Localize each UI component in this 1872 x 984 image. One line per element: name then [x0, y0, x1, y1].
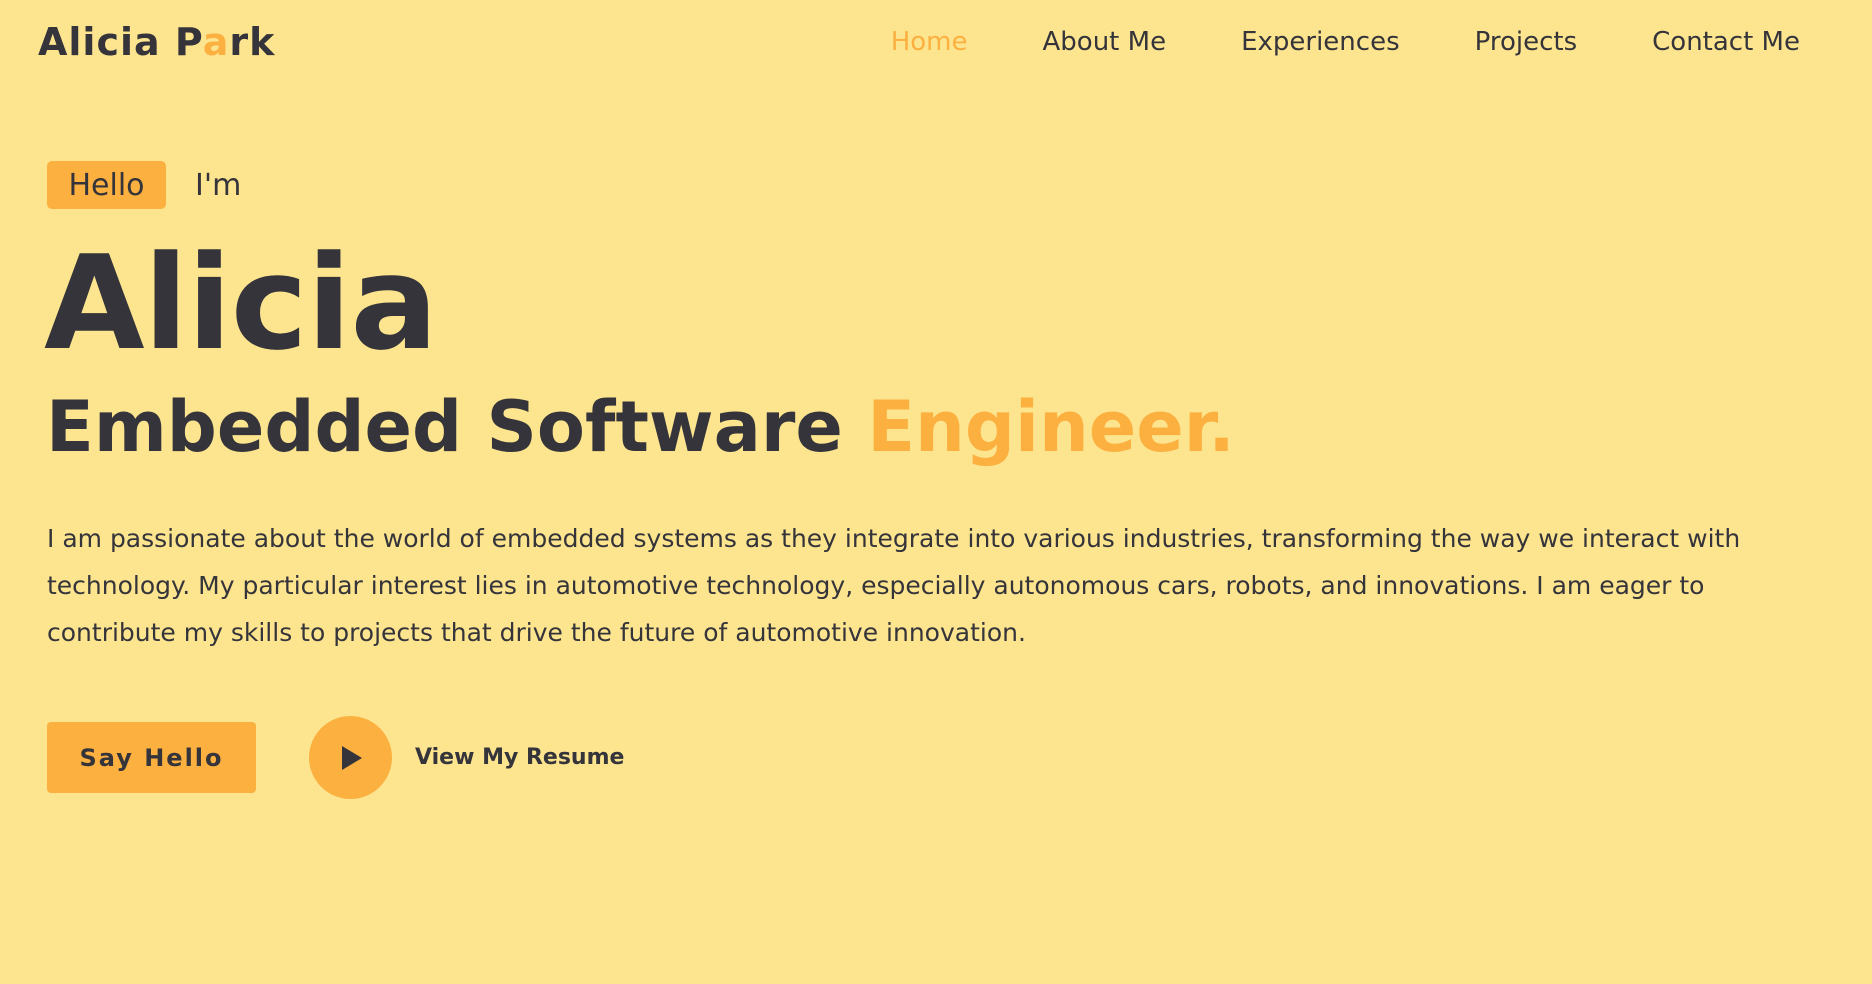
nav-item-home[interactable]: Home — [891, 22, 968, 62]
main-nav: Home About Me Experiences Projects Conta… — [816, 22, 1800, 62]
nav-item-projects[interactable]: Projects — [1475, 22, 1578, 62]
hero-name: Alicia — [44, 227, 438, 379]
hero-bio: I am passionate about the world of embed… — [47, 524, 1741, 647]
play-icon — [341, 745, 362, 770]
site-logo[interactable]: Alicia Park — [38, 18, 275, 66]
greeting-row: Hello I'm — [47, 161, 241, 209]
logo-text-suffix: rk — [229, 20, 276, 64]
play-resume-button[interactable] — [309, 716, 392, 799]
logo-text-prefix: Alicia P — [38, 20, 203, 64]
nav-item-contact-me[interactable]: Contact Me — [1652, 22, 1800, 62]
role-main-text: Embedded Software — [46, 386, 843, 468]
role-accent-text: Engineer. — [867, 386, 1235, 468]
view-resume-link[interactable]: View My Resume — [415, 745, 624, 770]
hero-role: Embedded Software Engineer. — [46, 382, 1235, 472]
hello-badge: Hello — [47, 161, 166, 209]
cta-row: Say Hello View My Resume — [47, 716, 624, 799]
nav-item-about-me[interactable]: About Me — [1043, 22, 1167, 62]
nav-item-experiences[interactable]: Experiences — [1241, 22, 1400, 62]
intro-text: I'm — [195, 167, 242, 203]
logo-text-accent: a — [202, 20, 230, 64]
say-hello-button[interactable]: Say Hello — [47, 722, 256, 793]
